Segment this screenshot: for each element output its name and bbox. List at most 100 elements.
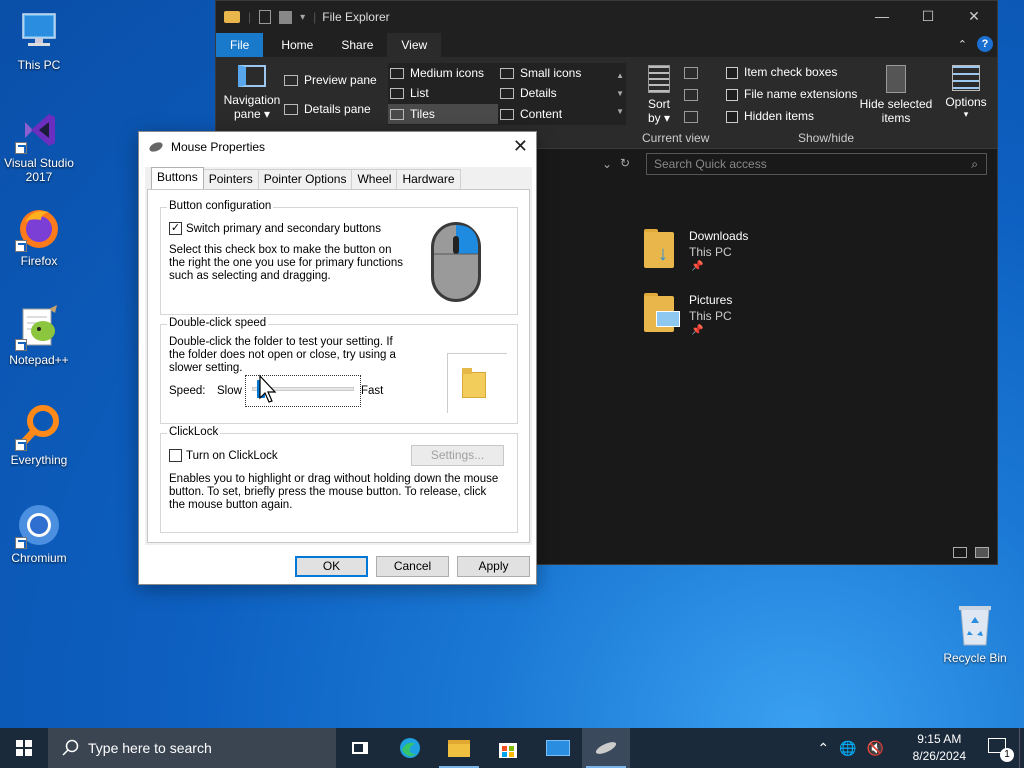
layout-scroll-arrows[interactable]: ▲ ▼ ▼ <box>616 67 624 121</box>
tab-buttons[interactable]: Buttons <box>151 167 204 189</box>
firefox-icon <box>15 204 63 252</box>
large-icons-view-toggle-icon[interactable] <box>975 547 989 558</box>
test-folder-icon[interactable] <box>462 368 488 398</box>
layout-small-icons[interactable]: Small icons <box>500 66 581 80</box>
file-name-extensions-checkbox[interactable] <box>726 88 738 101</box>
sort-by-button[interactable]: Sort by ▾ <box>642 65 676 125</box>
tab-hardware[interactable]: Hardware <box>396 169 461 189</box>
windows-logo-icon <box>16 740 32 756</box>
hide-selected-label-line2: items <box>881 111 911 125</box>
properties-icon[interactable] <box>259 10 272 24</box>
item-location: This PC <box>689 309 732 323</box>
preview-pane-button[interactable]: Preview pane <box>284 73 377 87</box>
visual-studio-icon <box>15 106 63 154</box>
taskbar-file-explorer[interactable] <box>435 728 483 768</box>
maximize-icon[interactable]: ☐ <box>905 1 951 31</box>
taskbar-search-box[interactable]: Type here to search <box>48 728 336 768</box>
hidden-items-checkbox[interactable] <box>726 110 738 123</box>
item-check-boxes-option[interactable]: Item check boxes <box>726 65 837 79</box>
clicklock-checkbox[interactable] <box>169 449 182 462</box>
layout-medium-icons[interactable]: Medium icons <box>390 66 484 80</box>
taskbar-search-placeholder: Type here to search <box>88 740 212 756</box>
switch-buttons-checkbox[interactable]: ✓ <box>169 222 182 235</box>
desktop-icon-this-pc[interactable]: This PC <box>1 8 77 72</box>
hidden-items-option[interactable]: Hidden items <box>726 109 814 123</box>
layout-label: Medium icons <box>410 66 485 80</box>
layout-details[interactable]: Details <box>500 86 557 100</box>
tiles-icon <box>390 109 404 121</box>
system-tray: ⌃ 🌐 🔇 <box>817 728 884 768</box>
test-folder-area[interactable] <box>447 353 507 413</box>
show-hidden-icons-icon[interactable]: ⌃ <box>817 740 829 757</box>
taskbar-edge[interactable] <box>386 728 434 768</box>
chromium-icon <box>15 501 63 549</box>
explorer-titlebar: | ▾ | File Explorer — ☐ ✕ <box>216 1 997 33</box>
cancel-button[interactable]: Cancel <box>376 556 449 577</box>
layout-list[interactable]: List <box>390 86 429 100</box>
minimize-icon[interactable]: — <box>859 1 905 31</box>
notification-center-button[interactable]: 1 <box>988 738 1014 762</box>
desktop-icon-notepad-plus-plus[interactable]: Notepad++ <box>1 303 77 367</box>
pictures-folder-icon <box>644 293 680 333</box>
close-icon[interactable]: ✕ <box>513 136 528 157</box>
navigation-pane-button[interactable]: Navigation pane ▾ <box>222 65 282 121</box>
show-hide-group-label: Show/hide <box>798 131 855 145</box>
close-icon[interactable]: ✕ <box>951 1 997 31</box>
hide-selected-items-button[interactable]: Hide selected items <box>856 65 936 125</box>
ribbon-tab-bar: File Home Share View ⌃ ? <box>216 33 997 57</box>
customize-toolbar-dropdown-icon[interactable]: ▾ <box>300 12 305 23</box>
volume-muted-icon[interactable]: 🔇 <box>867 740 884 757</box>
taskbar-clock[interactable]: 9:15 AM 8/26/2024 <box>913 731 966 765</box>
clicklock-label[interactable]: Turn on ClickLock <box>186 450 278 463</box>
clicklock-settings-button[interactable]: Settings... <box>411 445 504 466</box>
network-icon[interactable]: 🌐 <box>839 740 856 757</box>
task-view-button[interactable] <box>336 728 384 768</box>
help-icon[interactable]: ? <box>977 36 993 52</box>
details-pane-icon <box>284 104 298 116</box>
layout-label: Small icons <box>520 66 582 80</box>
show-desktop-button[interactable] <box>1019 728 1024 768</box>
tab-pointers[interactable]: Pointers <box>202 169 259 189</box>
desktop-icon-everything[interactable]: Everything <box>1 403 77 467</box>
start-button[interactable] <box>0 728 48 768</box>
taskbar-mouse-properties[interactable] <box>582 728 630 768</box>
tab-file[interactable]: File <box>216 33 264 57</box>
folder-icon <box>224 11 240 23</box>
clock-time: 9:15 AM <box>917 732 962 746</box>
desktop-icon-visual-studio[interactable]: Visual Studio 2017 <box>1 106 77 184</box>
new-folder-icon[interactable] <box>279 10 293 24</box>
switch-buttons-label[interactable]: Switch primary and secondary buttons <box>186 223 381 236</box>
layout-content[interactable]: Content <box>500 107 562 121</box>
apply-button[interactable]: Apply <box>457 556 530 577</box>
tab-share[interactable]: Share <box>327 33 387 57</box>
item-check-boxes-checkbox[interactable] <box>726 66 738 79</box>
taskbar-microsoft-store[interactable] <box>484 728 532 768</box>
collapse-ribbon-icon[interactable]: ⌃ <box>958 38 967 51</box>
group-by-icon[interactable] <box>684 67 698 79</box>
tab-pointer-options[interactable]: Pointer Options <box>257 169 353 189</box>
layout-tiles[interactable]: Tiles <box>388 104 498 124</box>
add-columns-icon[interactable] <box>684 89 698 101</box>
item-location: This PC <box>689 245 732 259</box>
refresh-icon[interactable]: ↻ <box>620 156 630 170</box>
size-columns-icon[interactable] <box>684 111 698 123</box>
details-view-toggle-icon[interactable] <box>953 547 967 558</box>
ok-button[interactable]: OK <box>295 556 368 577</box>
tab-wheel[interactable]: Wheel <box>351 169 398 189</box>
double-click-speed-slider[interactable] <box>245 374 361 407</box>
address-dropdown-icon[interactable]: ⌄ <box>602 157 612 171</box>
current-view-group-label: Current view <box>642 131 710 145</box>
file-name-extensions-option[interactable]: File name extensions <box>726 87 857 101</box>
layout-gallery: Medium icons Small icons List Details Ti… <box>388 63 626 125</box>
search-input[interactable]: Search Quick access ⌕ <box>646 153 987 175</box>
double-click-description: Double-click the folder to test your set… <box>169 336 396 374</box>
taskbar-mail[interactable] <box>534 728 582 768</box>
desktop-icon-firefox[interactable]: Firefox <box>1 204 77 268</box>
details-pane-button[interactable]: Details pane <box>284 102 371 116</box>
desktop-icon-chromium[interactable]: Chromium <box>1 501 77 565</box>
tab-home[interactable]: Home <box>267 33 327 57</box>
tab-view[interactable]: View <box>387 33 442 57</box>
mail-icon <box>546 740 570 756</box>
options-button[interactable]: Options ▾ <box>940 65 992 120</box>
desktop-icon-recycle-bin[interactable]: Recycle Bin <box>937 601 1013 665</box>
